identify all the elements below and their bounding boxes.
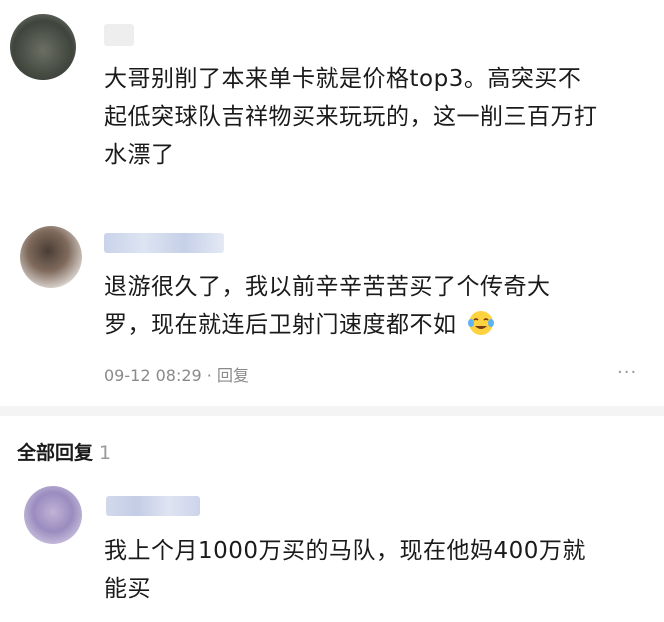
reply-text: 我上个月1000万买的马队，现在他妈400万就能买 [104,538,586,602]
section-divider [0,406,664,416]
comment-text: 退游很久了，我以前辛辛苦苦买了个传奇大罗，现在就连后卫射门速度都不如 [104,268,584,344]
reply-button[interactable]: 回复 [217,366,249,385]
comment-meta: 09-12 08:29 · 回复 [104,362,249,386]
timestamp: 09-12 08:29 [104,366,202,385]
avatar[interactable] [24,486,82,544]
replies-count: 1 [99,442,112,464]
all-replies-header: 全部回复 1 [17,438,111,465]
avatar[interactable] [10,14,76,80]
username-blurred[interactable] [104,233,224,253]
meta-separator: · [206,366,212,385]
avatar[interactable] [20,226,82,288]
comment-text: 大哥别削了本来单卡就是价格top3。高突买不起低突球队吉祥物买来玩玩的，这一削三… [104,66,598,168]
all-replies-title: 全部回复 [17,442,94,464]
username-blurred[interactable] [104,24,134,46]
username-blurred[interactable] [106,496,200,516]
more-options-icon[interactable]: ··· [617,362,637,383]
crying-laughing-emoji-icon [467,311,494,335]
